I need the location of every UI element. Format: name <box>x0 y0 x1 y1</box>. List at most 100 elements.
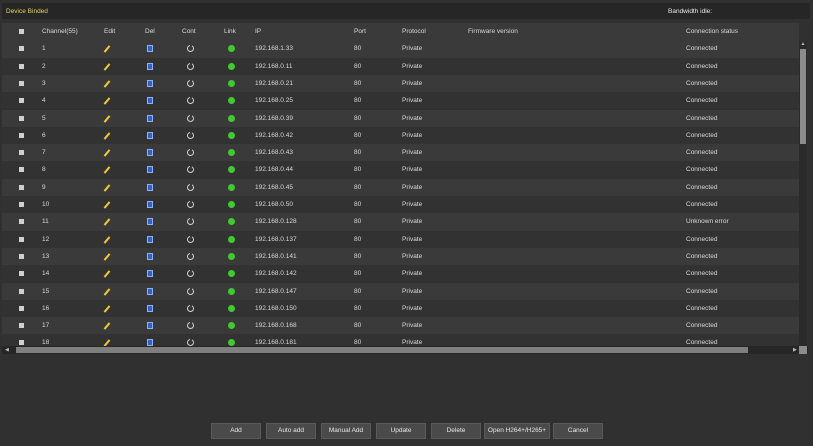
trash-icon[interactable] <box>147 149 153 157</box>
table-row[interactable]: 2 192.168.0.11 80 Private Connected <box>2 57 799 75</box>
power-icon[interactable] <box>187 322 194 330</box>
open-h264-h265-button[interactable]: Open H264+/H265+ <box>484 423 550 439</box>
table-row[interactable]: 4 192.168.0.25 80 Private Connected <box>2 92 799 110</box>
cancel-button[interactable]: Cancel <box>553 423 603 439</box>
table-row[interactable]: 18 192.168.0.181 80 Private Connected <box>2 334 799 346</box>
power-icon[interactable] <box>187 114 194 122</box>
row-checkbox[interactable] <box>19 80 24 86</box>
pencil-icon[interactable] <box>103 80 111 88</box>
row-checkbox[interactable] <box>19 167 24 173</box>
power-icon[interactable] <box>187 304 194 312</box>
row-checkbox[interactable] <box>19 323 24 329</box>
row-checkbox[interactable] <box>19 253 24 259</box>
trash-icon[interactable] <box>147 62 153 70</box>
row-checkbox[interactable] <box>19 46 24 52</box>
table-row[interactable]: 11 192.168.0.128 80 Private Unknown error <box>2 213 799 231</box>
power-icon[interactable] <box>187 235 194 243</box>
table-row[interactable]: 6 192.168.0.42 80 Private Connected <box>2 126 799 145</box>
pencil-icon[interactable] <box>103 149 111 157</box>
update-button[interactable]: Update <box>376 423 426 439</box>
trash-icon[interactable] <box>147 97 153 105</box>
power-icon[interactable] <box>187 201 194 208</box>
pencil-icon[interactable] <box>103 287 111 296</box>
vertical-scrollbar[interactable]: ▲ <box>799 41 807 346</box>
trash-icon[interactable] <box>147 287 153 295</box>
row-checkbox[interactable] <box>19 288 24 294</box>
table-row[interactable]: 3 192.168.0.21 80 Private Connected <box>2 74 799 93</box>
row-checkbox[interactable] <box>19 271 24 277</box>
scroll-up-icon[interactable]: ▲ <box>799 41 807 47</box>
row-checkbox[interactable] <box>19 115 24 121</box>
trash-icon[interactable] <box>147 304 153 312</box>
table-row[interactable]: 16 192.168.0.150 80 Private Connected <box>2 299 799 318</box>
row-checkbox[interactable] <box>19 219 24 225</box>
trash-icon[interactable] <box>147 131 153 139</box>
pencil-icon[interactable] <box>103 45 111 54</box>
power-icon[interactable] <box>187 339 194 346</box>
trash-icon[interactable] <box>147 45 153 53</box>
table-row[interactable]: 12 192.168.0.137 80 Private Connected <box>2 230 799 248</box>
row-checkbox[interactable] <box>19 132 24 138</box>
power-icon[interactable] <box>187 218 194 226</box>
pencil-icon[interactable] <box>103 183 111 192</box>
table-row[interactable]: 17 192.168.0.168 80 Private Connected <box>2 317 799 335</box>
row-checkbox[interactable] <box>19 150 24 156</box>
power-icon[interactable] <box>187 270 194 278</box>
horizontal-scrollbar[interactable]: ◀ ▶ <box>2 346 808 354</box>
pencil-icon[interactable] <box>103 132 111 140</box>
trash-icon[interactable] <box>147 183 153 191</box>
table-row[interactable]: 5 192.168.0.39 80 Private Connected <box>2 109 799 127</box>
pencil-icon[interactable] <box>103 114 111 123</box>
power-icon[interactable] <box>187 97 194 105</box>
pencil-icon[interactable] <box>103 201 111 209</box>
vertical-scroll-thumb[interactable] <box>800 49 806 144</box>
trash-icon[interactable] <box>147 235 153 243</box>
scroll-right-icon[interactable]: ▶ <box>793 346 797 354</box>
trash-icon[interactable] <box>147 322 153 330</box>
trash-icon[interactable] <box>147 252 153 260</box>
power-icon[interactable] <box>187 166 194 174</box>
trash-icon[interactable] <box>147 339 153 346</box>
trash-icon[interactable] <box>147 166 153 174</box>
pencil-icon[interactable] <box>103 322 111 330</box>
table-row[interactable]: 9 192.168.0.45 80 Private Connected <box>2 178 799 196</box>
row-checkbox[interactable] <box>19 184 24 190</box>
horizontal-scroll-thumb[interactable] <box>16 347 748 353</box>
trash-icon[interactable] <box>147 270 153 278</box>
trash-icon[interactable] <box>147 218 153 226</box>
row-checkbox[interactable] <box>19 340 24 346</box>
row-checkbox[interactable] <box>19 236 24 242</box>
table-row[interactable]: 1 192.168.1.33 80 Private Connected <box>2 40 799 58</box>
row-checkbox[interactable] <box>19 63 24 69</box>
trash-icon[interactable] <box>147 201 153 208</box>
power-icon[interactable] <box>187 79 194 87</box>
table-row[interactable]: 7 192.168.0.43 80 Private Connected <box>2 144 799 162</box>
table-row[interactable]: 10 192.168.0.50 80 Private Connected <box>2 196 799 214</box>
power-icon[interactable] <box>187 252 194 260</box>
table-row[interactable]: 8 192.168.0.44 80 Private Connected <box>2 161 799 179</box>
manual-add-button[interactable]: Manual Add <box>321 423 371 439</box>
row-checkbox[interactable] <box>19 305 24 311</box>
pencil-icon[interactable] <box>103 97 111 105</box>
delete-button[interactable]: Delete <box>431 423 481 439</box>
trash-icon[interactable] <box>147 114 153 122</box>
power-icon[interactable] <box>187 183 194 191</box>
table-row[interactable]: 14 192.168.0.142 80 Private Connected <box>2 265 799 283</box>
pencil-icon[interactable] <box>103 305 111 313</box>
power-icon[interactable] <box>187 149 194 157</box>
power-icon[interactable] <box>187 45 194 53</box>
power-icon[interactable] <box>187 287 194 295</box>
select-all-checkbox[interactable] <box>19 29 24 34</box>
pencil-icon[interactable] <box>103 218 111 227</box>
row-checkbox[interactable] <box>19 202 24 207</box>
scroll-left-icon[interactable]: ◀ <box>5 346 9 354</box>
auto-add-button[interactable]: Auto add <box>266 423 316 439</box>
table-row[interactable]: 15 192.168.0.147 80 Private Connected <box>2 282 799 300</box>
power-icon[interactable] <box>187 131 194 139</box>
table-row[interactable]: 13 192.168.0.141 80 Private Connected <box>2 247 799 266</box>
pencil-icon[interactable] <box>103 62 111 71</box>
pencil-icon[interactable] <box>103 235 111 244</box>
pencil-icon[interactable] <box>103 253 111 261</box>
power-icon[interactable] <box>187 62 194 70</box>
trash-icon[interactable] <box>147 79 153 87</box>
